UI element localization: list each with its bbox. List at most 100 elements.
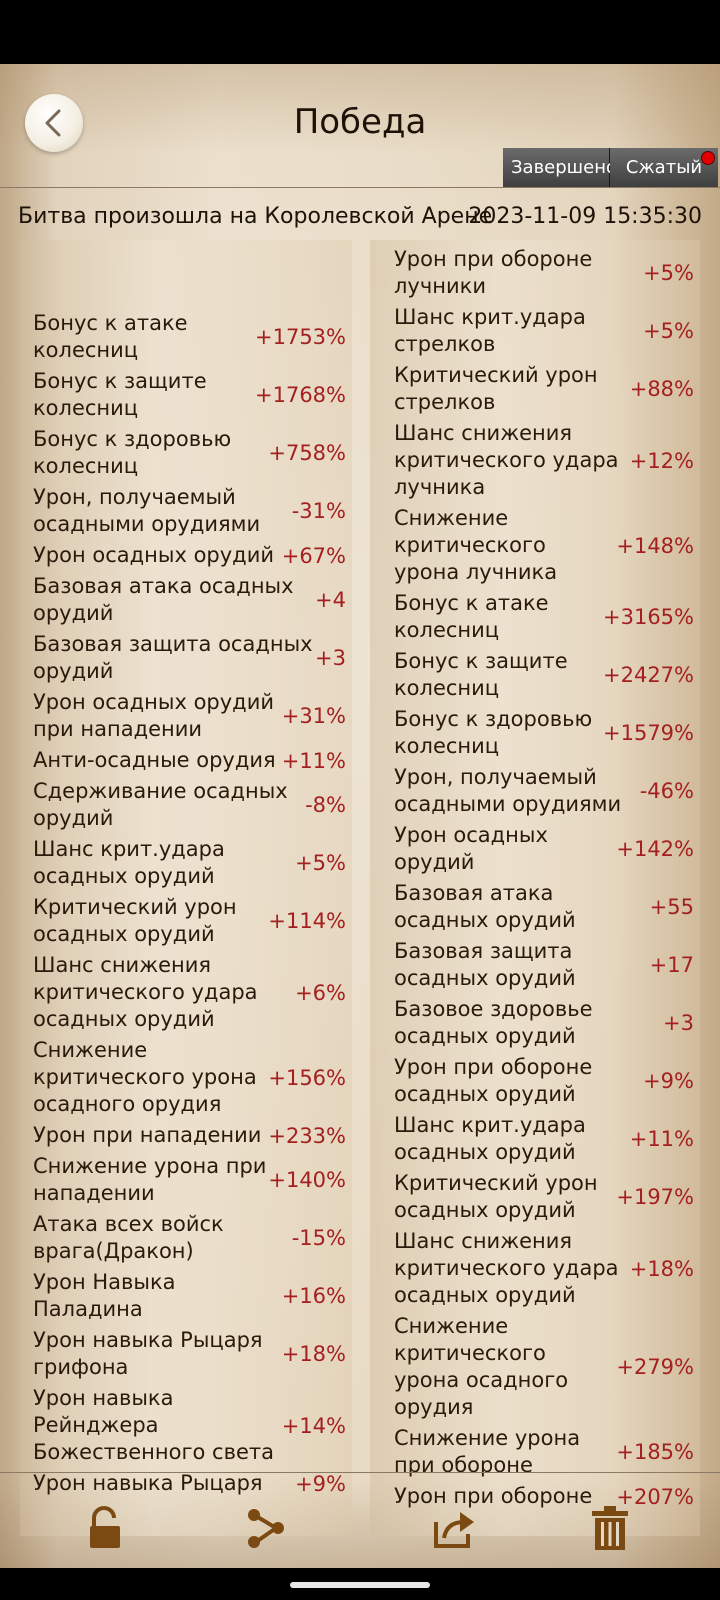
stat-row: Снижение критического урона осадного ору… [370,1313,700,1421]
stat-value: +1579% [603,721,694,745]
system-nav-bar [0,1568,720,1600]
share-button[interactable] [236,1488,296,1568]
stat-value: +4 [315,588,346,612]
stat-value: +17 [649,953,694,977]
stat-label: Критический урон осадных орудий [33,895,237,946]
attacker-stats-panel[interactable]: Бонус к атаке колесниц +1753% Бонус к защи… [20,240,352,1536]
stat-label: Снижение урона при нападении [33,1154,267,1205]
stat-label: Бонус к атаке колесниц [33,311,188,362]
lock-icon [90,1506,120,1548]
stat-value: -31% [291,499,346,523]
stat-label: Урон осадных орудий [33,543,274,567]
battle-location: Битва произошла на Королевской Арене [18,204,493,229]
stat-row: Базовая атака осадных орудий +4 [20,573,352,627]
stat-value: +197% [616,1185,694,1209]
stat-value: +758% [268,441,346,465]
stat-label: Урон Навыка Паладина [33,1270,176,1321]
stat-row: Анти-осадные орудия +11% [20,747,352,774]
stat-value: +18% [629,1256,694,1281]
defender-stats-panel[interactable]: Урон при обороне лучники +5% Шанс крит.уда… [370,240,700,1536]
stat-label: Снижение урона при обороне [394,1426,581,1477]
stat-label: Шанс крит.удара осадных орудий [33,837,225,888]
stat-value: +55 [649,895,694,919]
stat-value: +1768% [255,383,346,407]
stat-row: Урон осадных орудий при нападении +31% [20,689,352,743]
stat-value: +14% [281,1413,346,1438]
stat-row: Урон Навыка Паладина +16% [20,1269,352,1323]
stat-row: Шанс снижения критического удара осадных… [370,1228,700,1309]
stat-row: Урон навыка Рейнджера Божественного свет… [20,1385,352,1466]
stat-row: Шанс крит.удара осадных орудий +11% [370,1112,700,1166]
stat-label: Снижение критического урона осадного ору… [33,1038,257,1116]
stat-label: Шанс крит.удара осадных орудий [394,1113,586,1164]
stat-label: Атака всех войск врага(Дракон) [33,1212,224,1263]
export-button[interactable] [424,1488,484,1568]
stat-row: Базовая атака осадных орудий +55 [370,880,700,934]
battle-report-page: Победа Завершено Сжатый Битва произошла … [0,64,720,1568]
export-icon [434,1512,474,1548]
toggle-completed-button[interactable]: Завершено [503,148,617,188]
stat-row: Снижение урона при нападении +140% [20,1153,352,1207]
stat-value: +67% [281,543,346,568]
stat-row: Критический урон осадных орудий +197% [370,1170,700,1224]
stat-value: +233% [268,1123,346,1148]
stat-value: +9% [643,1069,694,1093]
toggle-compact-button[interactable]: Сжатый [610,148,718,188]
stat-value: +3165% [603,605,694,629]
stat-value: +31% [281,704,346,728]
stat-value: -15% [291,1226,346,1250]
stat-value: +5% [643,319,694,343]
delete-button[interactable] [580,1488,640,1568]
stat-label: Шанс снижения критического удара осадных… [33,953,258,1031]
attacker-stats-list: Бонус к атаке колесниц +1753% Бонус к защи… [20,310,352,1501]
stat-label: Шанс снижения критического удара осадных… [394,1229,619,1307]
stat-label: Урон, получаемый осадными орудиями [33,485,261,536]
stat-label: Базовое здоровье осадных орудий [394,997,593,1048]
stat-row: Бонус к атаке колесниц +3165% [370,590,700,644]
stat-label: Базовая защита осадных орудий [394,939,576,990]
status-bar [0,0,720,64]
stat-row: Снижение критического урона лучника +148% [370,505,700,586]
stat-label: Урон при обороне лучники [394,247,593,298]
trash-icon [592,1506,628,1550]
stat-row: Урон, получаемый осадными орудиями -31% [20,484,352,538]
stat-row: Базовое здоровье осадных орудий +3 [370,996,700,1050]
stat-label: Сдерживание осадных орудий [33,779,288,830]
stat-label: Бонус к атаке колесниц [394,591,549,642]
stat-row: Урон осадных орудий +67% [20,542,352,569]
stat-row: Шанс снижения критического удара лучника… [370,420,700,501]
stat-value: +18% [281,1342,346,1366]
notification-dot [701,151,715,165]
stat-label: Бонус к здоровью колесниц [33,427,232,478]
stat-label: Критический урон стрелков [394,363,598,414]
stat-label: Урон при нападении [33,1123,262,1147]
toolbar-divider [0,1472,720,1473]
stat-row: Урон при нападении +233% [20,1122,352,1149]
stat-row: Критический урон осадных орудий +114% [20,894,352,948]
stat-row: Урон при обороне лучники +5% [370,246,700,300]
stat-label: Урон навыка Рейнджера Божественного свет… [33,1386,274,1464]
stat-value: +185% [616,1440,694,1464]
home-gesture-handle[interactable] [290,1582,430,1588]
stat-value: +114% [268,909,346,933]
stat-row: Бонус к здоровью колесниц +758% [20,426,352,480]
stat-row: Базовая защита осадных орудий +3 [20,631,352,685]
lock-button[interactable] [76,1488,136,1568]
stat-label: Бонус к здоровью колесниц [394,707,593,758]
stat-value: +140% [268,1168,346,1192]
stat-row: Снижение урона при обороне +185% [370,1425,700,1479]
stat-label: Урон осадных орудий при нападении [33,690,274,741]
share-icon [248,1509,284,1548]
stat-label: Бонус к защите колесниц [33,369,207,420]
stat-label: Шанс снижения критического удара лучника [394,421,619,499]
stat-row: Шанс крит.удара осадных орудий +5% [20,836,352,890]
stat-row: Шанс крит.удара стрелков +5% [370,304,700,358]
stat-label: Критический урон осадных орудий [394,1171,598,1222]
stat-value: +88% [629,377,694,401]
page-title: Победа [293,102,427,142]
stat-row: Атака всех войск врага(Дракон) -15% [20,1211,352,1265]
stat-label: Анти-осадные орудия [33,748,276,772]
stat-row: Урон при обороне осадных орудий +9% [370,1054,700,1108]
stat-row: Сдерживание осадных орудий -8% [20,778,352,832]
stat-value: +2427% [603,663,694,687]
